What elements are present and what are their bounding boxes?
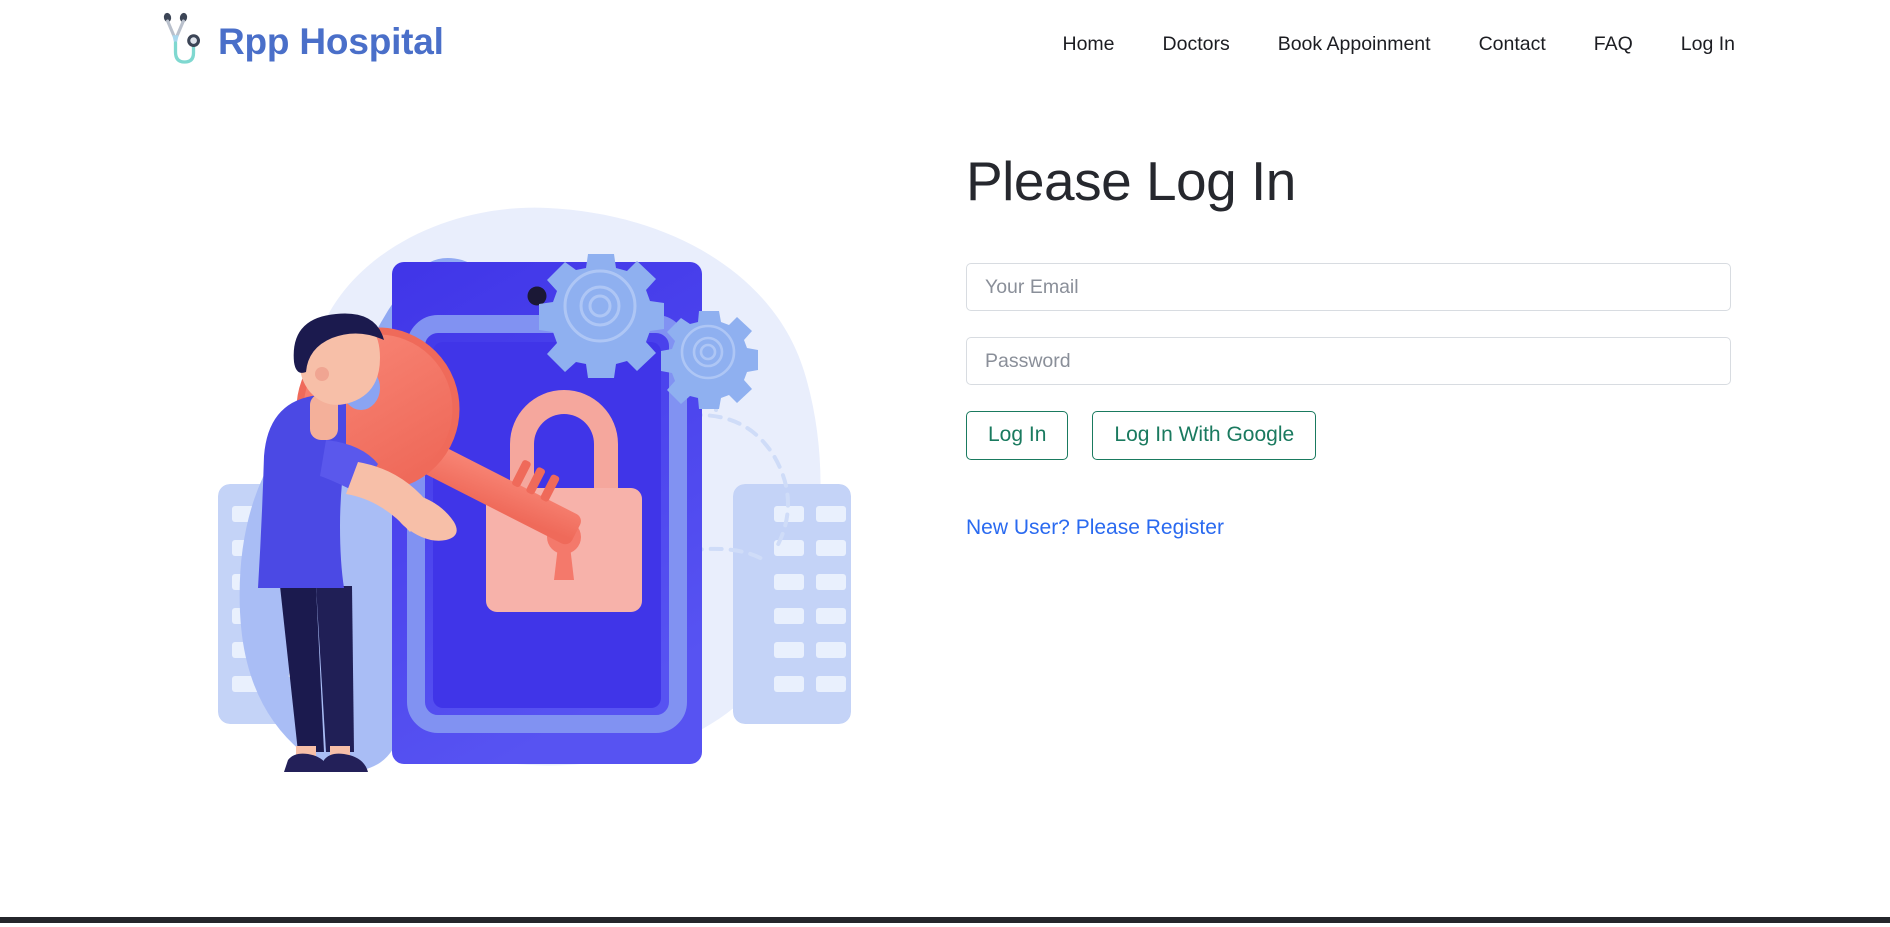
nav-item-home[interactable]: Home: [1062, 29, 1114, 60]
login-page: Rpp Hospital Home Doctors Book Appoinmen…: [0, 0, 1890, 927]
footer-bar: [0, 917, 1890, 923]
password-field[interactable]: [966, 337, 1731, 386]
brand-name: Rpp Hospital: [218, 20, 444, 62]
nav-item-faq[interactable]: FAQ: [1594, 29, 1633, 60]
register-link[interactable]: New User? Please Register: [966, 516, 1224, 540]
login-button-row: Log In Log In With Google: [966, 411, 1756, 460]
nav-item-log-in[interactable]: Log In: [1681, 29, 1735, 60]
login-illustration: [218, 156, 858, 806]
person-ear: [315, 367, 329, 381]
log-in-with-google-button[interactable]: Log In With Google: [1092, 411, 1317, 460]
login-panel: Please Log In Log In Log In With Google …: [966, 150, 1756, 540]
nav-item-contact[interactable]: Contact: [1479, 29, 1546, 60]
nav-item-book-appoinment[interactable]: Book Appoinment: [1278, 29, 1431, 60]
site-header: Rpp Hospital Home Doctors Book Appoinmen…: [0, 0, 1890, 94]
log-in-button[interactable]: Log In: [966, 411, 1069, 460]
building-right: [733, 484, 851, 724]
main-navigation: Home Doctors Book Appoinment Contact FAQ…: [1062, 29, 1735, 60]
page-title: Please Log In: [966, 150, 1296, 212]
nav-item-doctors[interactable]: Doctors: [1163, 29, 1230, 60]
card-dot: [527, 286, 547, 306]
login-form: Log In Log In With Google: [966, 263, 1756, 460]
brand-logo-link[interactable]: Rpp Hospital: [160, 12, 444, 70]
main-content: Please Log In Log In Log In With Google …: [0, 94, 1890, 884]
login-security-illustration: [218, 207, 851, 772]
stethoscope-icon: [163, 12, 200, 64]
email-field[interactable]: [966, 263, 1731, 312]
